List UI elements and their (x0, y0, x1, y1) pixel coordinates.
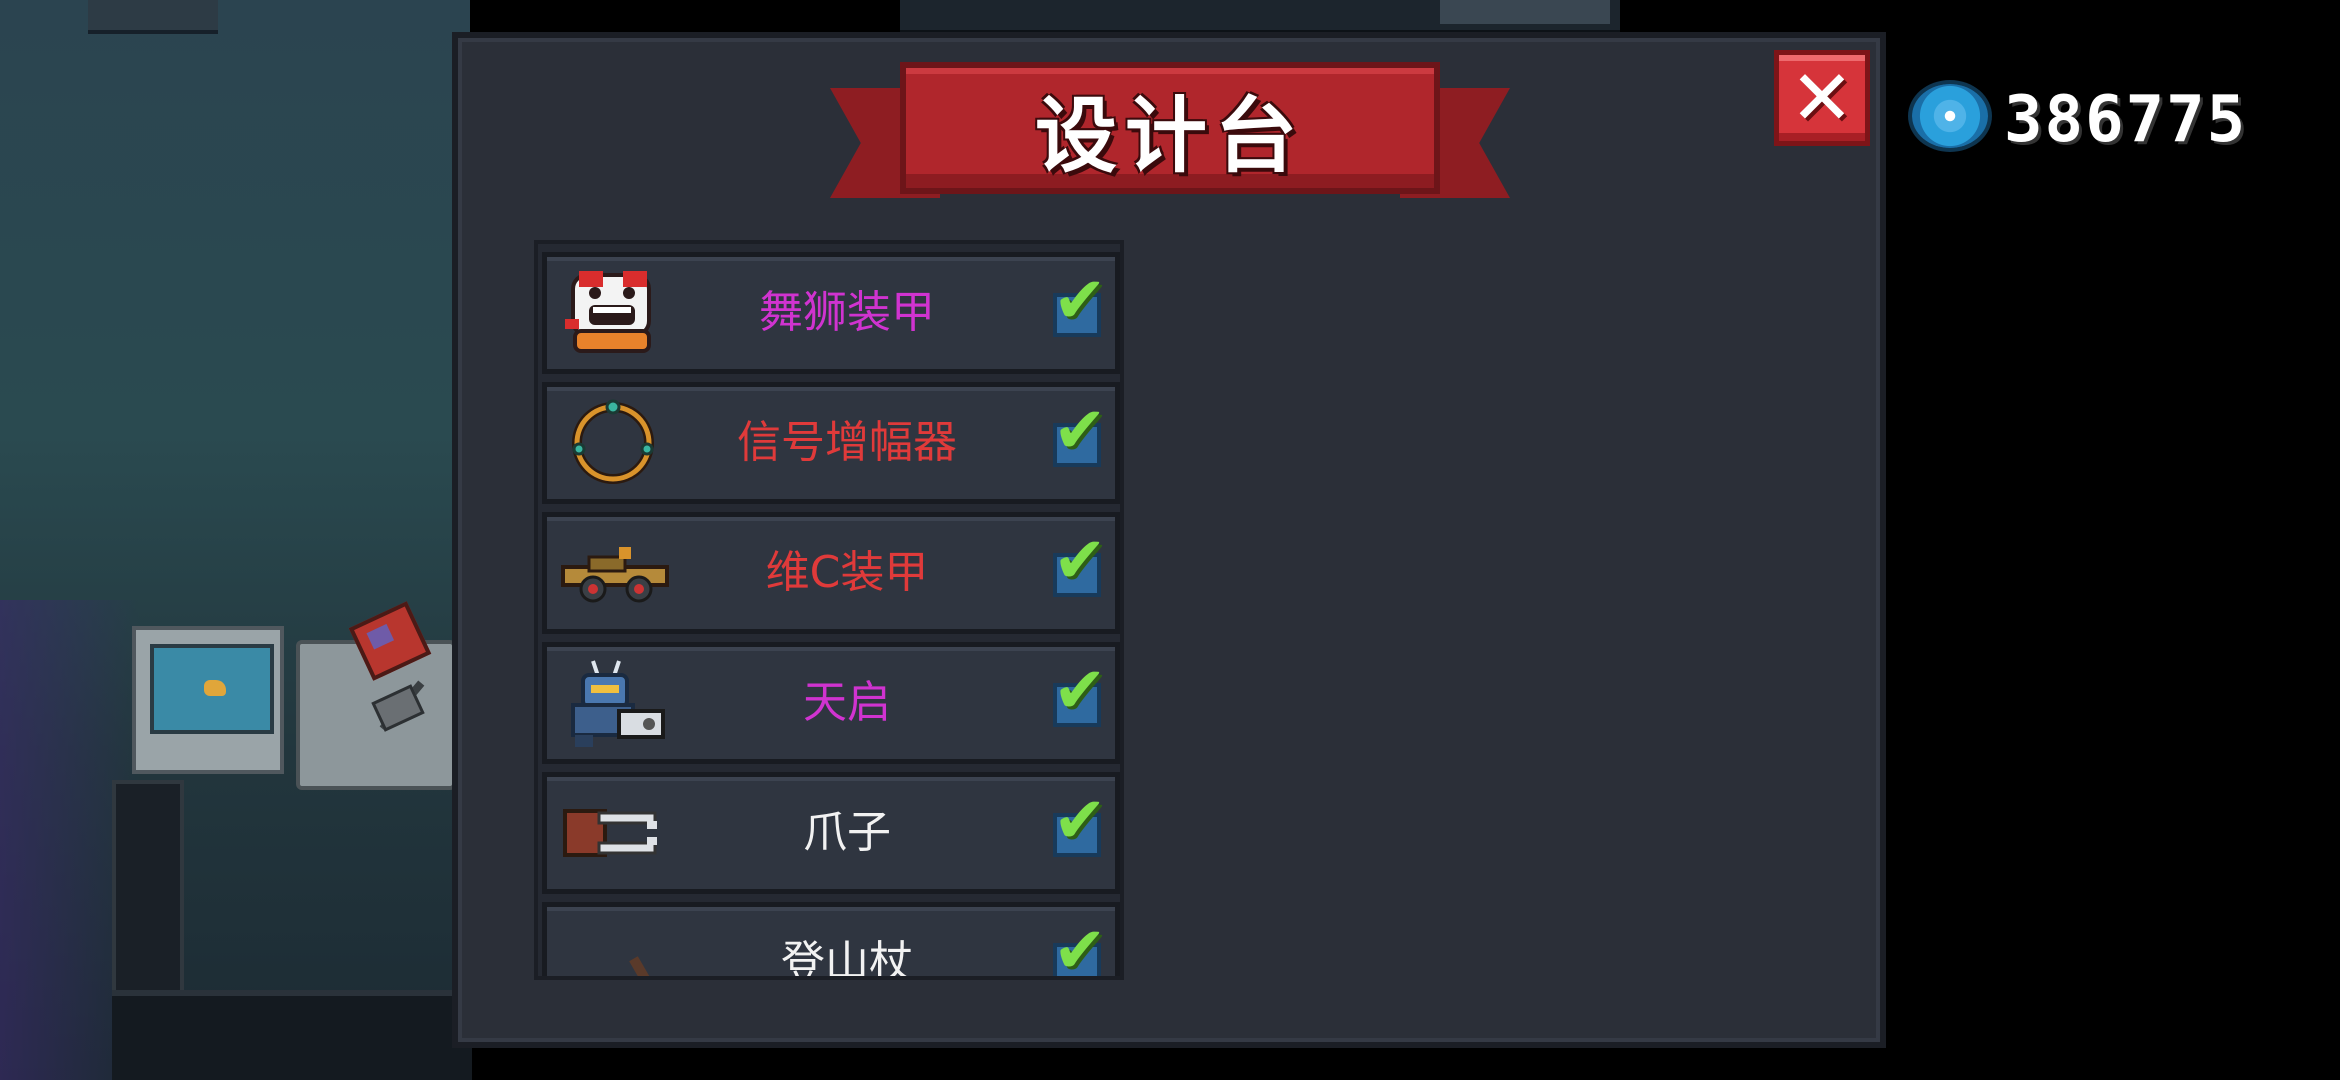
claw-icon (563, 809, 657, 857)
item-list[interactable]: 舞狮装甲 ✔ 信号增幅器 ✔ 维C装甲 ✔ 天启 ✔ 爪子 ✔ 登山杖 ✔ (534, 240, 1124, 980)
vitamin-c-armor-icon (561, 547, 669, 603)
list-item[interactable]: 信号增幅器 ✔ (542, 382, 1120, 504)
item-checkbox[interactable]: ✔ (1053, 919, 1107, 976)
monitor-screen (150, 644, 274, 734)
page-title: 设计台 (1034, 88, 1305, 184)
gem-icon (1912, 84, 1988, 148)
item-name: 维C装甲 (765, 547, 929, 598)
item-checkbox[interactable]: ✔ (1053, 399, 1107, 467)
gem-count: 386775 (2004, 83, 2248, 157)
checkmark-icon: ✔ (1053, 914, 1107, 980)
duck-icon (204, 680, 226, 696)
top-machine-panel (1440, 0, 1610, 24)
list-item[interactable]: 舞狮装甲 ✔ (542, 252, 1120, 374)
close-icon: ✕ (1790, 53, 1854, 142)
checkmark-icon: ✔ (1053, 784, 1107, 858)
item-name: 登山杖 (781, 937, 913, 980)
wall-fixture (88, 0, 218, 34)
apocalypse-mech-icon (571, 660, 665, 747)
list-item[interactable]: 维C装甲 ✔ (542, 512, 1120, 634)
item-checkbox[interactable]: ✔ (1053, 659, 1107, 727)
checkmark-icon: ✔ (1053, 394, 1107, 468)
item-checkbox[interactable]: ✔ (1053, 269, 1107, 337)
signal-amplifier-ring-icon (572, 399, 654, 484)
bench (112, 990, 472, 1080)
lion-dance-armor-icon (565, 271, 651, 353)
checkmark-icon: ✔ (1053, 264, 1107, 338)
ribbon: 设计台 (900, 62, 1440, 194)
checkmark-icon: ✔ (1053, 524, 1107, 598)
gem-counter: 386775 (1906, 78, 2306, 162)
close-button[interactable]: ✕ (1774, 50, 1870, 146)
checkmark-icon: ✔ (1053, 654, 1107, 728)
item-name: 爪子 (803, 807, 891, 858)
title-banner: 设计台 (830, 58, 1510, 218)
item-checkbox[interactable]: ✔ (1053, 529, 1107, 597)
item-checkbox[interactable]: ✔ (1053, 789, 1107, 857)
item-name: 天启 (803, 677, 891, 728)
list-item[interactable]: 爪子 ✔ (542, 772, 1120, 894)
item-name: 信号增幅器 (737, 417, 957, 468)
item-name: 舞狮装甲 (759, 287, 935, 338)
list-item[interactable]: 登山杖 ✔ (542, 902, 1120, 980)
computer-monitor (132, 626, 284, 774)
trekking-pole-icon (629, 956, 651, 976)
list-item[interactable]: 天启 ✔ (542, 642, 1120, 764)
